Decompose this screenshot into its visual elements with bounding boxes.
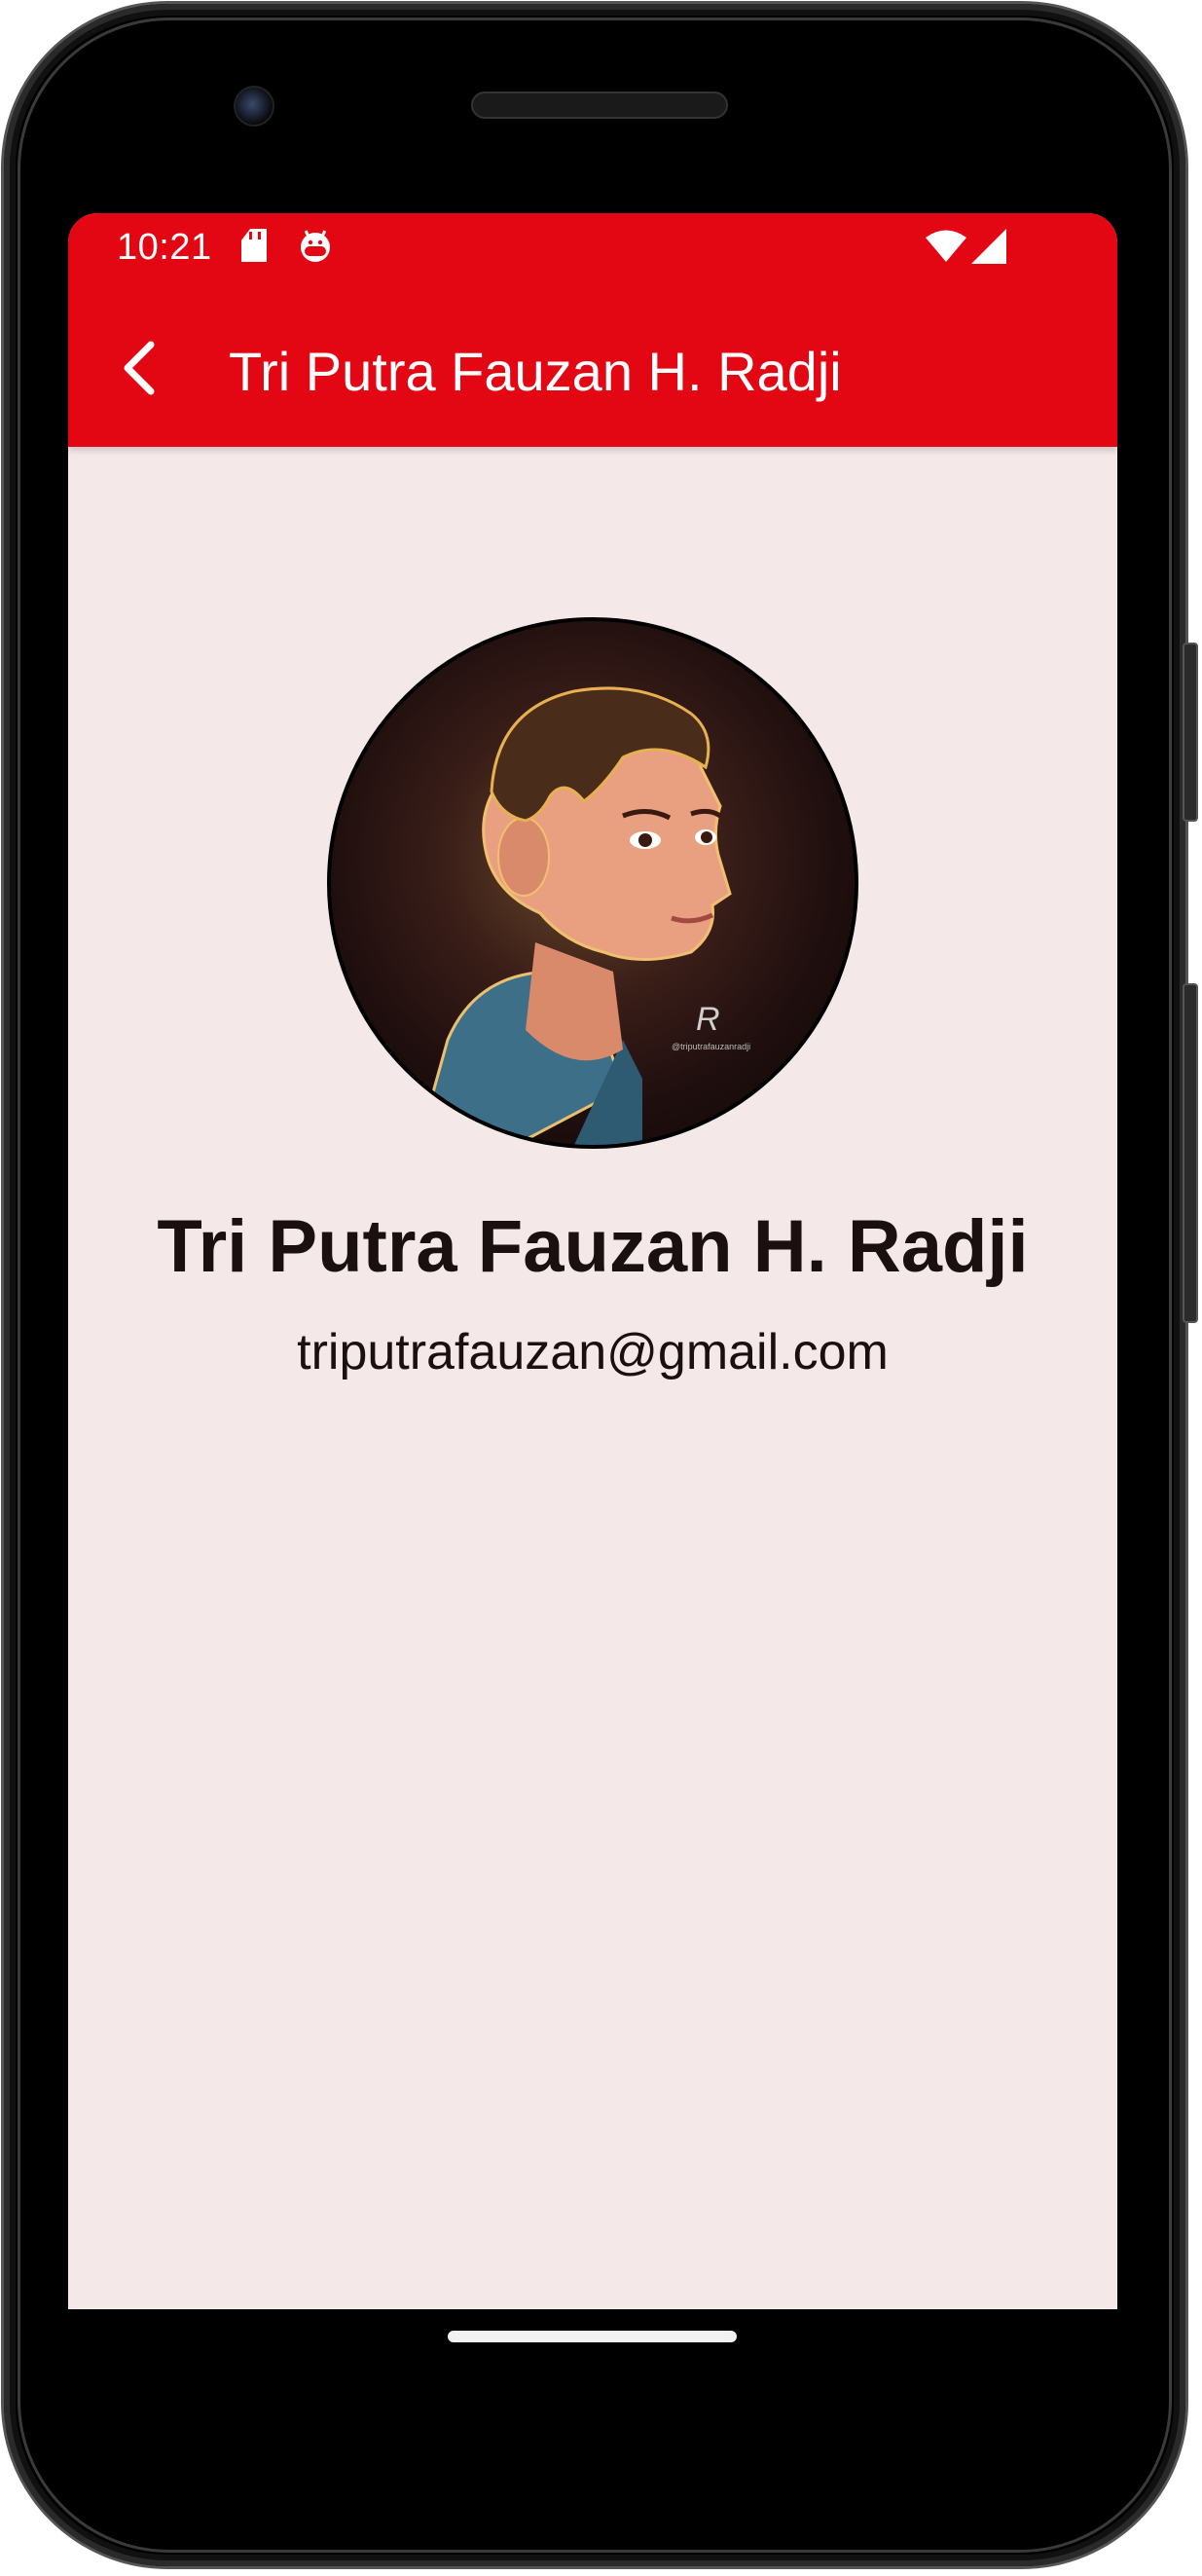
home-indicator[interactable]	[448, 2331, 737, 2342]
svg-text:R: R	[696, 1001, 720, 1038]
sd-card-icon	[241, 229, 267, 262]
volume-button	[1183, 983, 1198, 1323]
status-bar: 10:21	[68, 213, 1117, 289]
avatar-signature: @triputrafauzanradji	[672, 1042, 750, 1051]
app-bar: Tri Putra Fauzan H. Radji	[68, 289, 1117, 447]
profile-name: Tri Putra Fauzan H. Radji	[157, 1205, 1029, 1288]
earpiece-speaker	[471, 92, 728, 119]
profile-avatar: R @triputrafauzanradji	[327, 617, 858, 1149]
app-screen: 10:21 Tri Putra Fauzan H. Radji R @tripu…	[68, 213, 1117, 2309]
back-button[interactable]	[107, 336, 171, 400]
power-button	[1183, 643, 1198, 822]
status-time: 10:21	[117, 227, 212, 268]
android-bot-icon	[298, 229, 333, 264]
wifi-icon	[925, 229, 967, 264]
back-arrow-icon	[124, 341, 155, 395]
front-camera	[234, 86, 274, 127]
profile-email: triputrafauzan@gmail.com	[297, 1324, 889, 1380]
cell-signal-icon	[969, 227, 1008, 266]
app-bar-title: Tri Putra Fauzan H. Radji	[229, 341, 842, 402]
